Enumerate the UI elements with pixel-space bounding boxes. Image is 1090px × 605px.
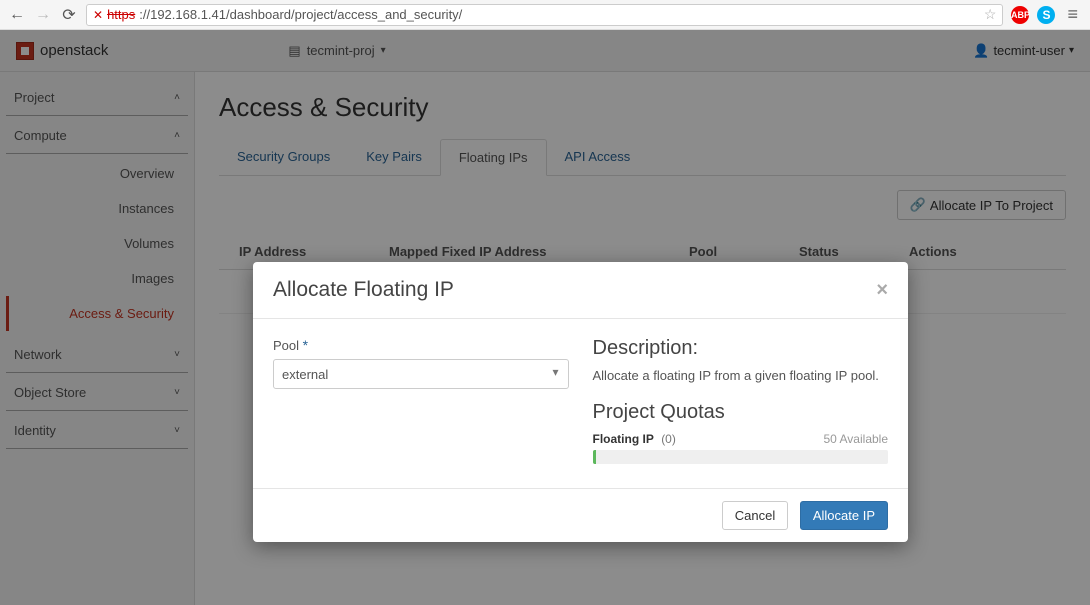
pool-select[interactable]: external — [273, 359, 569, 389]
quota-progress-fill — [593, 450, 596, 464]
quotas-title: Project Quotas — [593, 401, 889, 424]
modal-header: Allocate Floating IP × — [253, 262, 908, 319]
skype-icon[interactable]: S — [1037, 6, 1055, 24]
quota-left: Floating IP (0) — [593, 432, 676, 446]
quota-name: Floating IP — [593, 432, 654, 446]
browser-menu-icon[interactable]: ≡ — [1063, 4, 1082, 25]
bookmark-star-icon[interactable]: ☆ — [984, 6, 997, 23]
url-scheme: https — [107, 7, 135, 22]
quota-used: (0) — [661, 432, 676, 446]
forward-button[interactable]: → — [34, 6, 52, 24]
required-indicator: * — [303, 337, 308, 353]
modal-footer: Cancel Allocate IP — [253, 488, 908, 542]
pool-select-wrap: external — [273, 359, 569, 389]
allocate-ip-submit-button[interactable]: Allocate IP — [800, 501, 888, 530]
browser-toolbar: ← → ⟳ ✕ https ://192.168.1.41/dashboard/… — [0, 0, 1090, 30]
cancel-button[interactable]: Cancel — [722, 501, 788, 530]
quota-available: 50 Available — [824, 432, 889, 446]
modal-description: Description: Allocate a floating IP from… — [593, 337, 889, 464]
allocate-floating-ip-modal: Allocate Floating IP × Pool * external D… — [253, 262, 908, 542]
quota-progress-bar — [593, 450, 889, 464]
reload-button[interactable]: ⟳ — [60, 6, 78, 24]
quota-row: Floating IP (0) 50 Available — [593, 432, 889, 446]
description-title: Description: — [593, 337, 889, 360]
modal-form: Pool * external — [273, 337, 569, 464]
address-bar[interactable]: ✕ https ://192.168.1.41/dashboard/projec… — [86, 4, 1003, 26]
description-text: Allocate a floating IP from a given floa… — [593, 368, 889, 383]
adblock-icon[interactable]: ABP — [1011, 6, 1029, 24]
close-icon[interactable]: × — [876, 279, 888, 302]
insecure-icon: ✕ — [93, 8, 103, 22]
pool-label: Pool * — [273, 337, 569, 353]
modal-title: Allocate Floating IP — [273, 278, 454, 302]
url-path: ://192.168.1.41/dashboard/project/access… — [139, 7, 462, 22]
label-text: Pool — [273, 338, 299, 353]
back-button[interactable]: ← — [8, 6, 26, 24]
modal-body: Pool * external Description: Allocate a … — [253, 319, 908, 488]
